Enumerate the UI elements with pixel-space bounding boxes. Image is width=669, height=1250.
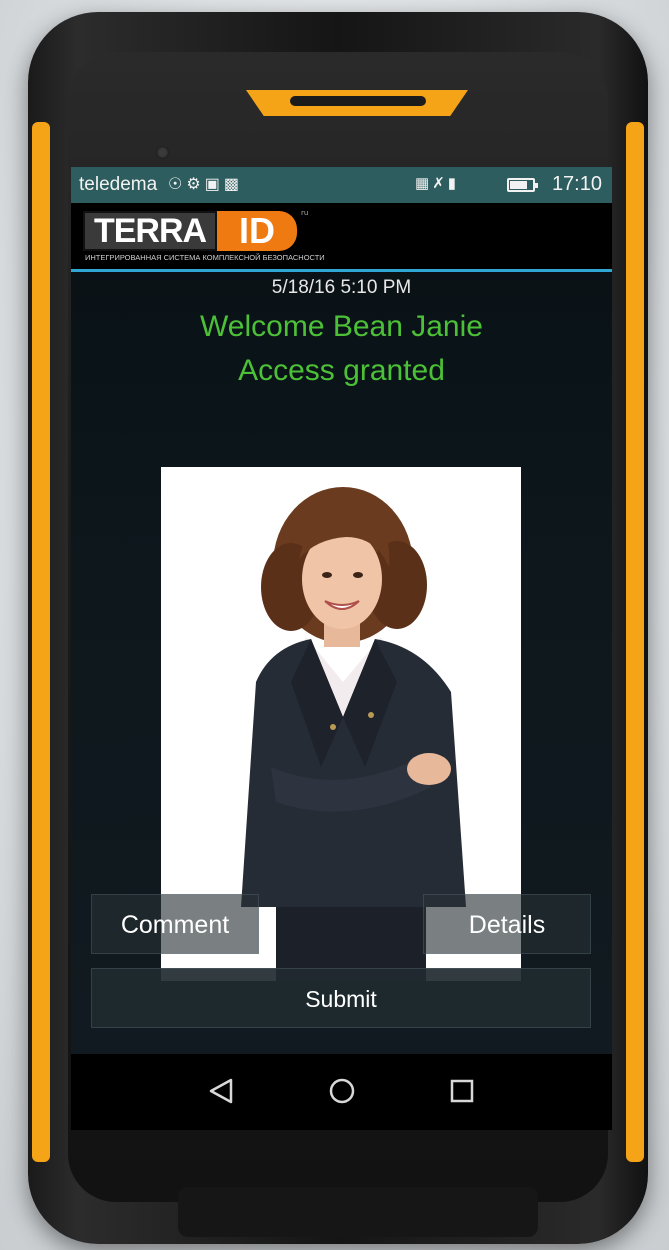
logo-tagline: ИНТЕГРИРОВАННАЯ СИСТЕМА КОМПЛЕКСНОЙ БЕЗО… xyxy=(85,253,325,262)
usb-icon: ⚙ xyxy=(186,176,205,193)
details-button[interactable]: Details xyxy=(423,894,591,954)
mute-icon: ✗ xyxy=(432,175,448,192)
access-status: Access granted xyxy=(238,354,445,387)
battery-icon xyxy=(507,178,538,192)
header-divider xyxy=(71,269,612,272)
bottom-grip xyxy=(178,1187,538,1237)
logo-terra: TERRA xyxy=(83,211,217,251)
notification-icons: ☉⚙▣▩ xyxy=(168,174,243,194)
status-clock: 17:10 xyxy=(551,173,602,195)
location-icon: ☉ xyxy=(168,176,187,193)
phone-screen: teledema ☉⚙▣▩ ▦✗▮ 17:10 TERRA ID ru ИНТЕ… xyxy=(71,167,612,1054)
submit-button[interactable]: Submit xyxy=(91,968,591,1028)
comment-button[interactable]: Comment xyxy=(91,894,259,954)
app-header: TERRA ID ru ИНТЕГРИРОВАННАЯ СИСТЕМА КОМП… xyxy=(71,203,612,269)
carrier-name: teledema xyxy=(79,174,158,195)
logo-id: ID xyxy=(217,211,297,251)
access-timestamp: 5/18/16 5:10 PM xyxy=(271,277,412,298)
image-icon: ▣ xyxy=(204,176,224,193)
navigation-bar xyxy=(71,1054,612,1130)
logo-ru: ru xyxy=(301,209,309,217)
back-icon[interactable] xyxy=(207,1076,237,1106)
right-orange-rail xyxy=(626,122,644,1162)
battery-level xyxy=(510,181,527,189)
front-camera xyxy=(156,146,169,159)
recents-icon[interactable] xyxy=(447,1076,477,1106)
signal-icon: ▮ xyxy=(447,175,460,192)
system-icons: ▦✗▮ xyxy=(415,174,459,192)
nfc-icon: ▦ xyxy=(415,175,433,192)
screenshot-icon: ▩ xyxy=(223,176,243,193)
left-orange-rail xyxy=(32,122,50,1162)
home-icon[interactable] xyxy=(327,1076,357,1106)
welcome-message: Welcome Bean Janie xyxy=(200,310,483,343)
earpiece-speaker xyxy=(290,96,426,106)
status-bar: teledema ☉⚙▣▩ ▦✗▮ 17:10 xyxy=(71,167,612,203)
